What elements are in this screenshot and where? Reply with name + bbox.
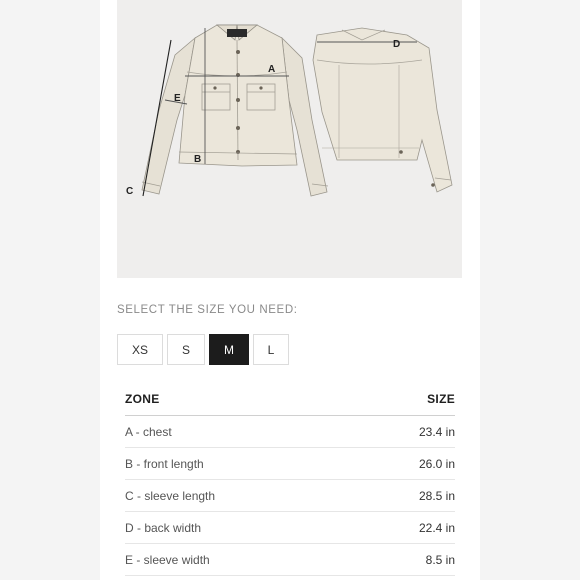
size-table: ZONE SIZE A - chest 23.4 in B - front le…: [125, 383, 455, 576]
background-right: [480, 0, 580, 580]
size-cell: 26.0 in: [418, 456, 455, 471]
size-selector-label: SELECT THE SIZE YOU NEED:: [117, 304, 298, 316]
background-left: [0, 0, 100, 580]
diagram-letter-d: D: [393, 39, 400, 50]
size-option-s[interactable]: S: [167, 334, 205, 365]
diagram-letter-c: C: [126, 186, 133, 197]
size-cell: 23.4 in: [418, 424, 455, 439]
zone-cell: C - sleeve length: [125, 488, 216, 503]
jacket-diagram: A B C D E: [126, 24, 453, 197]
size-cell: 28.5 in: [418, 488, 455, 503]
table-row: B - front length 26.0 in: [125, 448, 455, 480]
back-jacket: [312, 27, 453, 193]
jacket-measurement-image: A B C D E: [117, 0, 462, 278]
table-row: A - chest 23.4 in: [125, 416, 455, 448]
size-cell: 8.5 in: [425, 552, 455, 567]
size-option-l[interactable]: L: [253, 334, 289, 365]
zone-cell: A - chest: [125, 424, 172, 439]
product-card: A B C D E SELECT THE SIZE YOU NEED: XS S…: [100, 0, 480, 580]
table-row: D - back width 22.4 in: [125, 512, 455, 544]
size-option-m[interactable]: M: [209, 334, 249, 365]
size-option-xs[interactable]: XS: [117, 334, 163, 365]
header-zone: ZONE: [125, 392, 160, 406]
diagram-letter-e: E: [174, 93, 181, 104]
zone-cell: B - front length: [125, 456, 204, 471]
diagram-letter-a: A: [268, 64, 275, 75]
table-header: ZONE SIZE: [125, 383, 455, 416]
zone-cell: E - sleeve width: [125, 552, 210, 567]
diagram-letter-b: B: [194, 154, 201, 165]
zone-cell: D - back width: [125, 520, 202, 535]
size-selector: XS S M L: [117, 334, 289, 365]
front-jacket: [141, 24, 329, 197]
size-cell: 22.4 in: [418, 520, 455, 535]
header-size: SIZE: [427, 392, 455, 406]
table-row: E - sleeve width 8.5 in: [125, 544, 455, 576]
table-row: C - sleeve length 28.5 in: [125, 480, 455, 512]
